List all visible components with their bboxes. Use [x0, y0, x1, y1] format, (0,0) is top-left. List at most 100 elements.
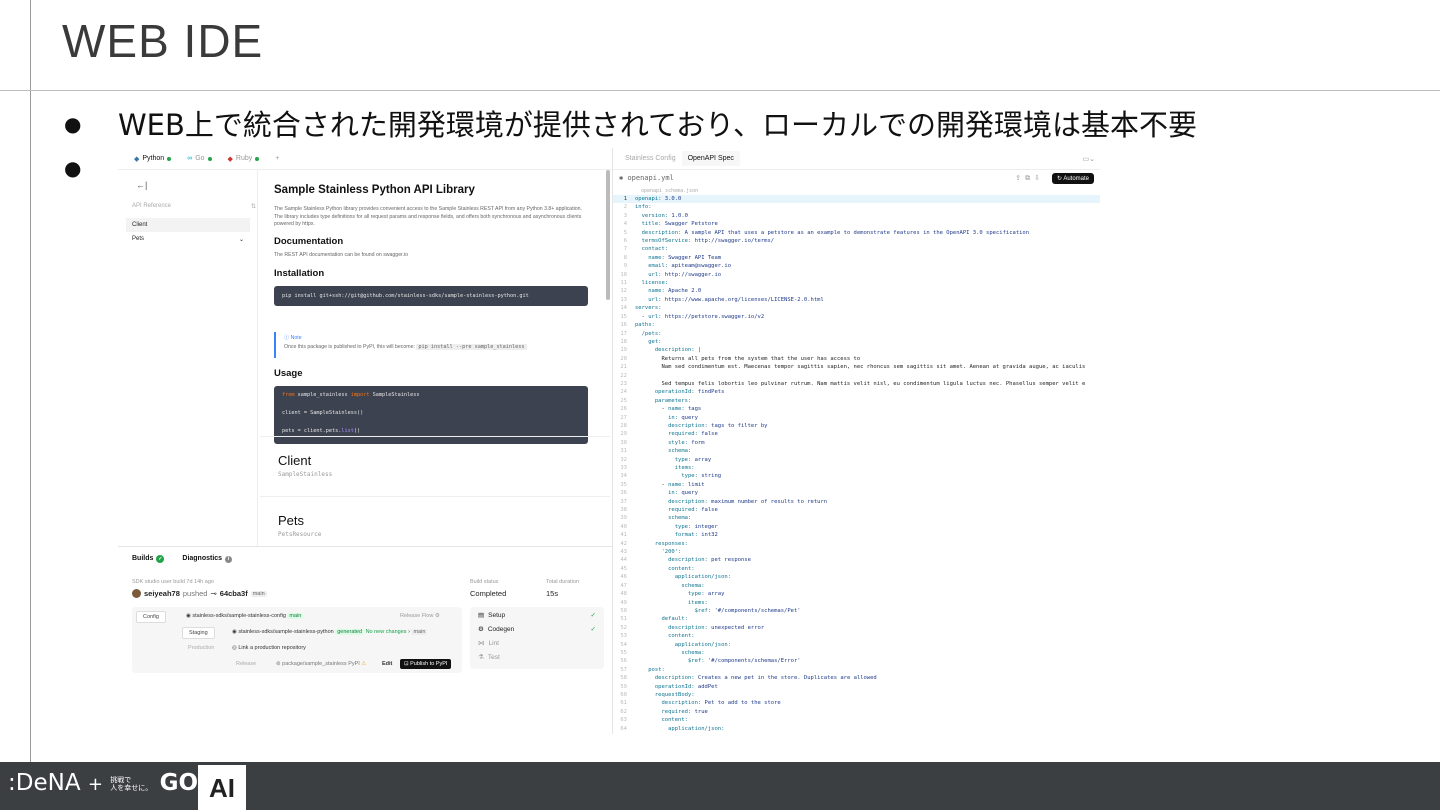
config-repo[interactable]: ◉ stainless-sdks/sample-stainless-config… [186, 613, 304, 619]
tab-stainless-config[interactable]: Stainless Config [619, 151, 682, 166]
config-node[interactable]: Config [136, 611, 166, 623]
code-line[interactable]: 55 schema: [613, 649, 1100, 657]
code-line[interactable]: 52 description: unexpected error [613, 624, 1100, 632]
code-line[interactable]: 23 Sed tempus felis lobortis leo pulvina… [613, 380, 1100, 388]
automate-button[interactable]: ↻ Automate [1051, 173, 1094, 184]
code-line[interactable]: 46 application/json: [613, 573, 1100, 581]
code-line[interactable]: 39 schema: [613, 514, 1100, 522]
layout-icon[interactable]: ▭⌄ [1083, 155, 1095, 163]
code-line[interactable]: 29 required: false [613, 430, 1100, 438]
tab-ruby[interactable]: ◆ Ruby [222, 152, 266, 166]
code-line[interactable]: 27 in: query [613, 414, 1100, 422]
code-line[interactable]: 3 version: 1.0.0 [613, 212, 1100, 220]
tab-diagnostics[interactable]: Diagnostics i [182, 555, 233, 563]
commit-hash[interactable]: 64cba3f [220, 589, 248, 598]
code-line[interactable]: 62 required: true [613, 708, 1100, 716]
code-line[interactable]: 4 title: Swagger Petstore [613, 220, 1100, 228]
step-lint[interactable]: ⋈ Lint [478, 639, 596, 648]
publish-button[interactable]: ⊡ Publish to PyPI [400, 659, 452, 669]
code-line[interactable]: 8 name: Swagger API Team [613, 254, 1100, 262]
tab-go[interactable]: ∞ Go [181, 152, 217, 165]
sort-icon[interactable]: ⇅ [251, 203, 256, 210]
code-line[interactable]: 49 items: [613, 599, 1100, 607]
code-line[interactable]: 13 url: https://www.apache.org/licenses/… [613, 296, 1100, 304]
code-line[interactable]: 59 operationId: addPet [613, 683, 1100, 691]
code-line[interactable]: 33 items: [613, 464, 1100, 472]
code-line[interactable]: 32 type: array [613, 456, 1100, 464]
code-line[interactable]: 6 termsOfService: http://swagger.io/term… [613, 237, 1100, 245]
code-line[interactable]: 37 description: maximum number of result… [613, 498, 1100, 506]
code-line[interactable]: 63 content: [613, 716, 1100, 724]
code-line[interactable]: 16 paths: [613, 321, 1100, 329]
code-line[interactable]: 26 - name: tags [613, 405, 1100, 413]
step-codegen[interactable]: ⚙ Codegen ✓ [478, 625, 596, 634]
code-line[interactable]: 2 info: [613, 203, 1100, 211]
staging-repo[interactable]: ◉ stainless-sdks/sample-stainless-python… [232, 629, 428, 635]
tab-builds[interactable]: Builds ✓ [132, 555, 165, 563]
code-editor[interactable]: 1 openapi: 3.0.0 2 info: 3 version: 1.0.0 4 t… [613, 195, 1100, 734]
code-line[interactable]: 11 license: [613, 279, 1100, 287]
code-line[interactable]: 5 description: A sample API that uses a … [613, 229, 1100, 237]
code-line[interactable]: 36 in: query [613, 489, 1100, 497]
code-line[interactable]: 48 type: array [613, 590, 1100, 598]
code-line[interactable]: 58 description: Creates a new pet in the… [613, 674, 1100, 682]
code-line[interactable]: 54 application/json: [613, 641, 1100, 649]
code-line[interactable]: 12 name: Apache 2.0 [613, 287, 1100, 295]
collapse-icon[interactable]: ←| [136, 180, 147, 190]
edit-button[interactable]: Edit [382, 661, 392, 667]
code-line[interactable]: 7 contact: [613, 245, 1100, 253]
code-line[interactable]: 18 get: [613, 338, 1100, 346]
code-line[interactable]: 53 content: [613, 632, 1100, 640]
tab-python[interactable]: ◆ Python [128, 152, 177, 166]
code-line[interactable]: 47 schema: [613, 582, 1100, 590]
code-line[interactable]: 35 - name: limit [613, 481, 1100, 489]
sidebar-item-pets[interactable]: Pets ⌄ [126, 232, 250, 247]
code-line[interactable]: 60 requestBody: [613, 691, 1100, 699]
code-line[interactable]: 50 $ref: '#/components/schemas/Pet' [613, 607, 1100, 615]
step-test[interactable]: ⚗ Test [478, 653, 596, 662]
code-line[interactable]: 41 format: int32 [613, 531, 1100, 539]
code-line[interactable]: 45 content: [613, 565, 1100, 573]
code-line[interactable]: 40 type: integer [613, 523, 1100, 531]
code-line[interactable]: 21 Nam sed condimentum est. Maecenas tem… [613, 363, 1100, 371]
code-line[interactable]: 64 application/json: [613, 725, 1100, 733]
code-line[interactable]: 43 '200': [613, 548, 1100, 556]
step-setup[interactable]: ▤ Setup ✓ [478, 611, 596, 620]
code-line[interactable]: 30 style: form [613, 439, 1100, 447]
code-line[interactable]: 34 type: string [613, 472, 1100, 480]
code-line[interactable]: 42 responses: [613, 540, 1100, 548]
tab-openapi-spec[interactable]: OpenAPI Spec [681, 151, 740, 166]
code-line[interactable]: 15 - url: https://petstore.swagger.io/v2 [613, 313, 1100, 321]
gear-icon[interactable]: ⚙ [435, 613, 440, 619]
code-line[interactable]: 38 required: false [613, 506, 1100, 514]
code-line[interactable]: 1 openapi: 3.0.0 [613, 195, 1100, 204]
code-line[interactable]: 56 $ref: '#/components/schemas/Error' [613, 657, 1100, 665]
code-line[interactable]: 31 schema: [613, 447, 1100, 455]
line-text: required: false [668, 431, 718, 438]
code-line[interactable]: 10 url: http://swagger.io [613, 271, 1100, 279]
code-line[interactable]: 19 description: | [613, 346, 1100, 354]
code-line[interactable]: 51 default: [613, 615, 1100, 623]
code-line[interactable]: 57 post: [613, 666, 1100, 674]
docs-scrollbar[interactable] [606, 170, 610, 300]
sdk-docs-pane: ◆ Python ∞ Go ◆ Ruby + ←| ⇅ API Referenc… [118, 148, 612, 734]
download-icon[interactable]: ⇩ [1034, 175, 1044, 182]
client-section[interactable]: Client SampleStainless [260, 436, 610, 496]
code-line[interactable]: 9 email: apiteam@swagger.io [613, 262, 1100, 270]
code-line[interactable]: 28 description: tags to filter by [613, 422, 1100, 430]
code-line[interactable]: 22 [613, 372, 1100, 380]
sidebar-item-client[interactable]: Client [126, 218, 250, 232]
copy-icon[interactable]: ⧉ [1025, 175, 1034, 182]
code-line[interactable]: 25 parameters: [613, 397, 1100, 405]
link-production-link[interactable]: ◎ Link a production repository [232, 645, 306, 651]
code-line[interactable]: 61 description: Pet to add to the store [613, 699, 1100, 707]
code-line[interactable]: 24 operationId: findPets [613, 388, 1100, 396]
code-line[interactable]: 20 Returns all pets from the system that… [613, 355, 1100, 363]
upload-icon[interactable]: ⇪ [1015, 175, 1025, 182]
add-tab-button[interactable]: + [269, 152, 285, 165]
code-line[interactable]: 44 description: pet response [613, 556, 1100, 564]
username[interactable]: seiyeah78 [144, 589, 180, 598]
code-line[interactable]: 17 /pets: [613, 330, 1100, 338]
code-line[interactable]: 14 servers: [613, 304, 1100, 312]
staging-node[interactable]: Staging [182, 627, 215, 639]
